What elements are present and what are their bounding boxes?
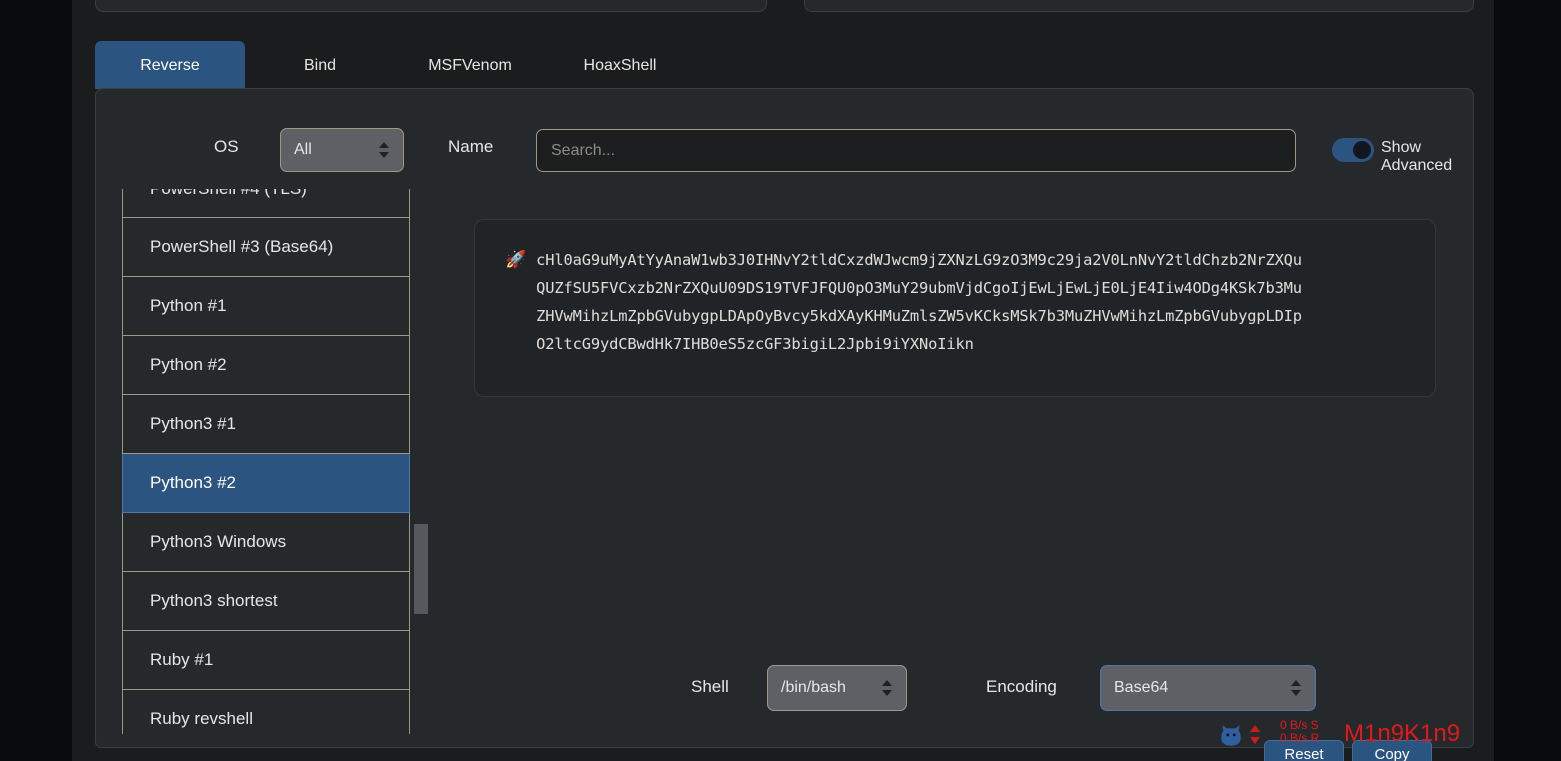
tab-bind[interactable]: Bind: [245, 41, 395, 89]
chevron-updown-icon: [1291, 679, 1302, 697]
network-monitor-overlay: 0 B/s S 0 B/s R M1n9K1n9: [1218, 718, 1460, 761]
bottom-controls: Shell /bin/bash Encoding Base64: [96, 657, 1475, 717]
payload-list-inner: PowerShell #4 (TLS) PowerShell #3 (Base6…: [122, 189, 410, 734]
list-item[interactable]: Python #1: [122, 277, 410, 336]
name-label: Name: [448, 137, 494, 156]
payload-line: O2ltcG9ydCBwdHk7IHB0eS5zcGF3bigiL2Jpbi9i…: [536, 335, 974, 353]
list-item[interactable]: Python3 #1: [122, 395, 410, 454]
tab-msfvenom[interactable]: MSFVenom: [395, 41, 545, 89]
payload-line: QUZfSU5FVCxzb2NrZXQuU09DS19TVFJFQU0pO3Mu…: [536, 279, 1302, 297]
network-rates: 0 B/s S 0 B/s R: [1280, 719, 1319, 745]
list-item[interactable]: Python #2: [122, 336, 410, 395]
chevron-updown-icon: [882, 679, 893, 697]
list-item[interactable]: Python3 Windows: [122, 513, 410, 572]
payload-output-card[interactable]: 🚀 cHl0aG9uMyAtYyAnaW1wb3J0IHNvY2tldCxzdW…: [474, 219, 1436, 397]
cat-icon[interactable]: [1218, 723, 1244, 749]
encoding-label: Encoding: [986, 677, 1057, 696]
overlay-username: M1n9K1n9: [1344, 720, 1461, 747]
list-item[interactable]: PowerShell #3 (Base64): [122, 218, 410, 277]
list-item[interactable]: Python3 shortest: [122, 572, 410, 631]
tab-hoaxshell[interactable]: HoaxShell: [545, 41, 695, 89]
payload-line: ZHVwMihzLmZpbGVubygpLDApOyBvcy5kdXAyKHMu…: [536, 307, 1302, 325]
encoding-select[interactable]: Base64: [1100, 665, 1316, 711]
os-select[interactable]: All: [280, 128, 404, 172]
chevron-updown-icon: [379, 141, 390, 159]
list-item-selected[interactable]: Python3 #2: [122, 454, 410, 513]
network-recv-rate: 0 B/s R: [1280, 731, 1320, 745]
tab-reverse[interactable]: Reverse: [95, 41, 245, 89]
shell-select-value: /bin/bash: [781, 679, 846, 696]
top-panel-right: [804, 0, 1474, 12]
show-advanced-label: Show Advanced: [1381, 139, 1453, 174]
show-advanced-toggle[interactable]: [1332, 138, 1374, 162]
up-down-arrows-icon: [1250, 723, 1262, 749]
list-scrollbar[interactable]: [414, 189, 428, 734]
shell-label: Shell: [691, 677, 729, 696]
payload-list[interactable]: PowerShell #4 (TLS) PowerShell #3 (Base6…: [122, 189, 410, 734]
top-panels-cutoff: [72, 0, 1494, 12]
list-item[interactable]: PowerShell #4 (TLS): [122, 189, 410, 218]
top-panel-left: [95, 0, 767, 12]
encoding-select-value: Base64: [1114, 679, 1169, 696]
tab-bar: Reverse Bind MSFVenom HoaxShell: [95, 41, 1474, 89]
main-card: OS All Name Show Advanced: [95, 88, 1474, 748]
browser-viewport: Reverse Bind MSFVenom HoaxShell OS All N…: [72, 0, 1494, 761]
payload-line: cHl0aG9uMyAtYyAnaW1wb3J0IHNvY2tldCxzdWJw…: [536, 251, 1302, 269]
scrollbar-thumb[interactable]: [414, 524, 428, 614]
screen: Reverse Bind MSFVenom HoaxShell OS All N…: [0, 0, 1561, 761]
filter-controls: OS All Name Show Advanced: [96, 109, 1475, 174]
toggle-knob: [1353, 141, 1371, 159]
rocket-icon: 🚀: [505, 250, 527, 269]
shell-select[interactable]: /bin/bash: [767, 665, 907, 711]
os-label: OS: [214, 137, 239, 156]
search-input[interactable]: [536, 129, 1296, 172]
os-select-value: All: [294, 141, 312, 158]
